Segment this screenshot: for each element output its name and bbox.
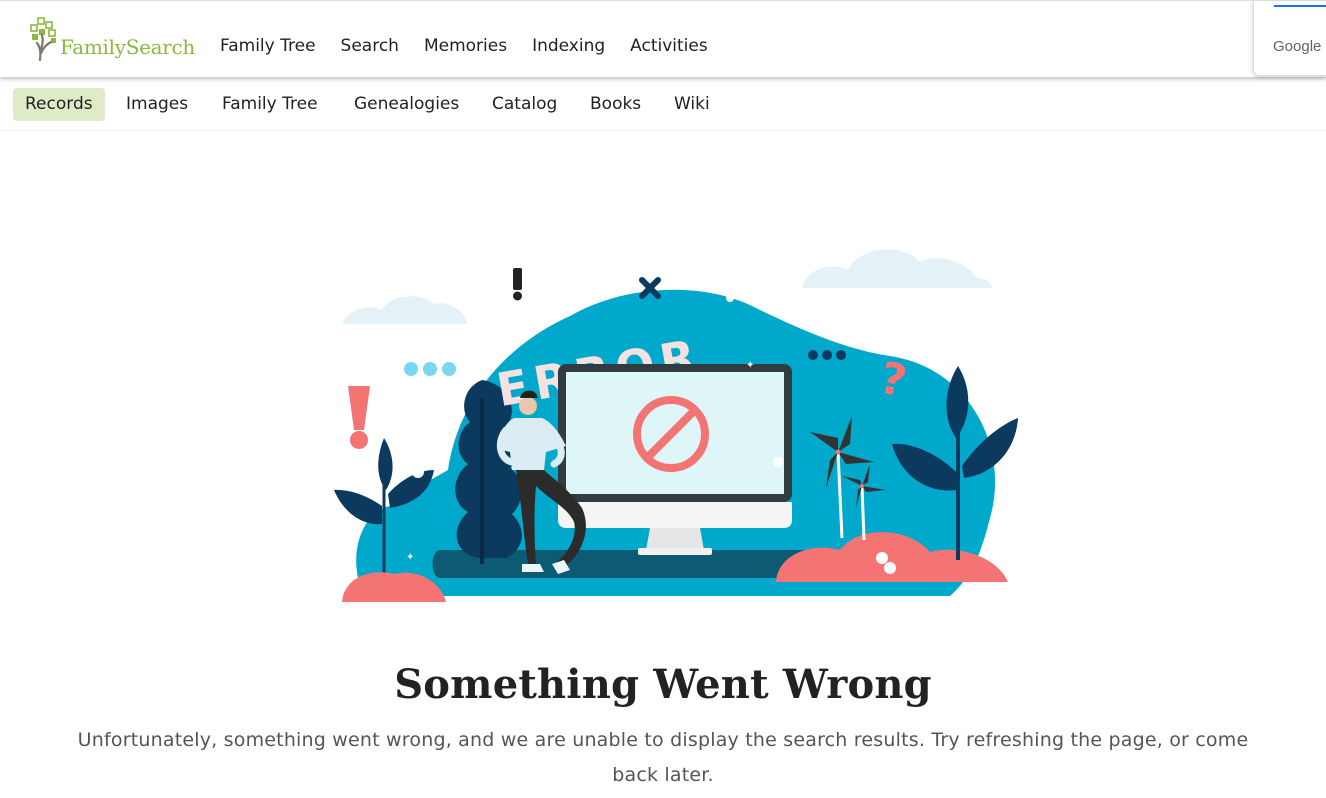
google-widget-accent — [1274, 5, 1326, 7]
nav-search[interactable]: Search — [341, 34, 399, 58]
tab-books[interactable]: Books — [578, 88, 653, 121]
error-description: Unfortunately, something went wrong, and… — [77, 729, 1249, 786]
tab-wiki[interactable]: Wiki — [662, 88, 722, 121]
search-sub-nav: Records Images Family Tree Genealogies C… — [0, 77, 1326, 131]
svg-text:✦: ✦ — [746, 360, 754, 371]
cloud-left — [342, 296, 468, 324]
exclamation-icon-top — [513, 268, 522, 301]
google-label: Google — [1273, 38, 1322, 55]
dots-light — [404, 362, 456, 376]
nav-activities[interactable]: Activities — [630, 34, 708, 58]
dots-dark — [808, 350, 846, 360]
error-title: Something Went Wrong — [394, 661, 932, 708]
tab-catalog[interactable]: Catalog — [480, 88, 569, 121]
tab-records[interactable]: Records — [13, 88, 105, 121]
tab-images[interactable]: Images — [114, 88, 200, 121]
nav-family-tree[interactable]: Family Tree — [220, 34, 316, 58]
nav-indexing[interactable]: Indexing — [532, 34, 605, 58]
brand-name: FamilySearch — [60, 35, 196, 59]
tab-family-tree[interactable]: Family Tree — [210, 88, 330, 121]
top-navigation: FamilySearch Family Tree Search Memories… — [0, 0, 1326, 77]
nav-memories[interactable]: Memories — [424, 34, 507, 58]
cloud-right — [802, 249, 992, 288]
familysearch-logo[interactable]: FamilySearch — [29, 17, 195, 61]
exclamation-icon-coral — [348, 386, 370, 449]
family-tree-logo-icon — [30, 17, 56, 61]
error-illustration: ERROR ✦ — [334, 249, 1018, 602]
svg-text:✦: ✦ — [406, 552, 414, 563]
error-message: Something Went Wrong Unfortunately, some… — [0, 655, 1326, 793]
google-translate-widget[interactable]: Google — [1253, 0, 1326, 76]
primary-nav: Family Tree Search Memories Indexing Act… — [220, 34, 733, 58]
tab-genealogies[interactable]: Genealogies — [342, 88, 471, 121]
computer-monitor — [558, 364, 792, 555]
